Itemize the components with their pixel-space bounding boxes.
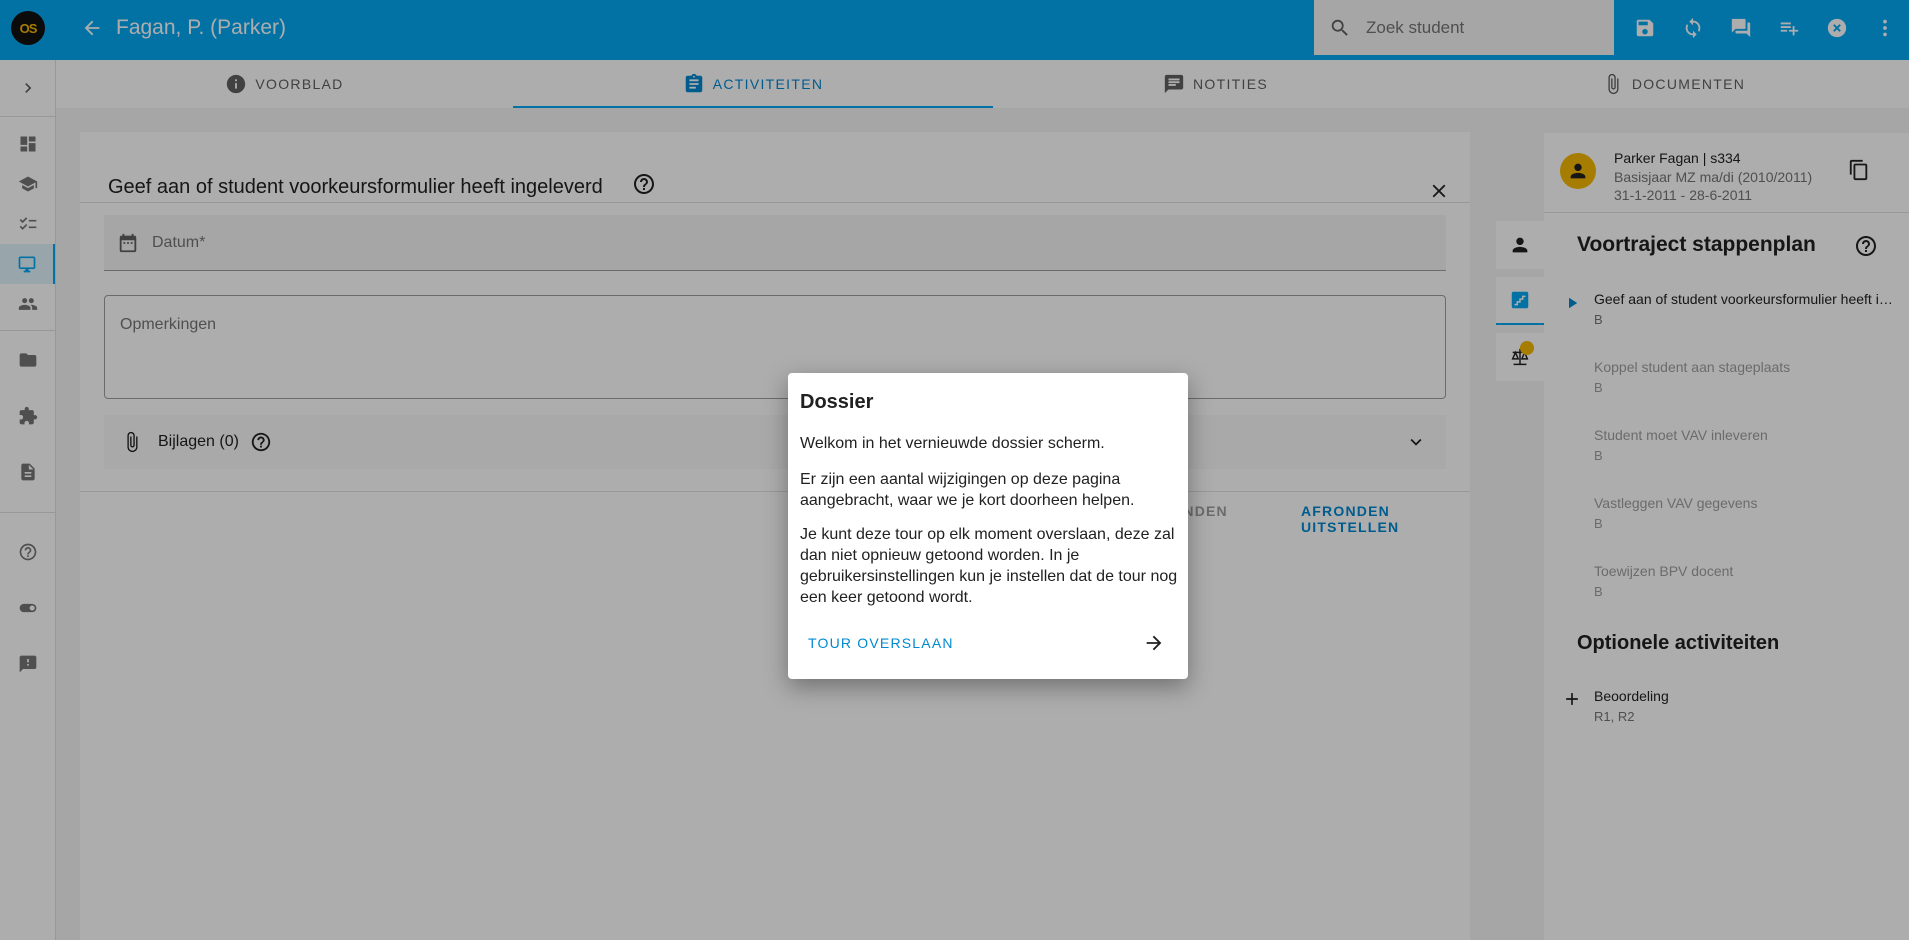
dialog-text: Er zijn een aantal wijzigingen op deze p…: [800, 471, 1135, 509]
tour-dialog: Dossier Welkom in het vernieuwde dossier…: [788, 373, 1188, 679]
skip-tour-button[interactable]: TOUR OVERSLAAN: [808, 635, 954, 651]
next-step-button[interactable]: [1138, 627, 1170, 659]
arrow-right-icon: [1146, 635, 1162, 651]
dialog-text: Welkom in het vernieuwde dossier scherm.: [800, 435, 1105, 452]
dialog-title: Dossier: [800, 391, 874, 413]
dialog-text: Je kunt deze tour op elk moment overslaa…: [800, 526, 1178, 606]
